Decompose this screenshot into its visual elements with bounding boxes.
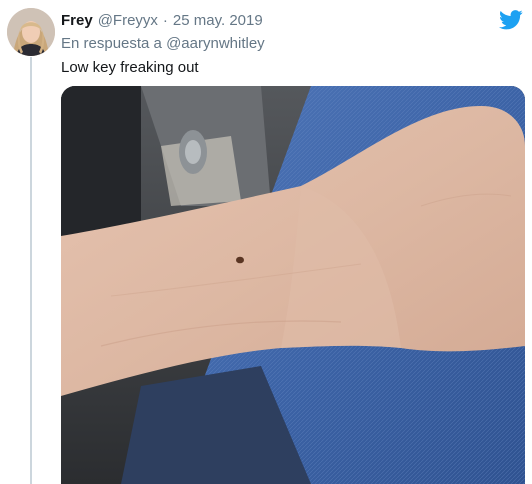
user-handle[interactable]: @Freyyx — [98, 11, 158, 31]
user-avatar[interactable] — [7, 8, 55, 56]
thread-line — [30, 57, 32, 484]
reply-context: En respuesta a @aarynwhitley — [61, 34, 265, 54]
twitter-bird-icon[interactable] — [499, 10, 523, 30]
tweet-header: Frey @Freyyx · 25 may. 2019 — [61, 11, 263, 31]
reply-prefix: En respuesta a — [61, 35, 162, 52]
tweet-text: Low key freaking out — [61, 59, 199, 76]
photo-wrist-mole — [61, 86, 525, 484]
display-name[interactable]: Frey — [61, 11, 93, 31]
tweet-date[interactable]: 25 may. 2019 — [173, 11, 263, 31]
reply-mention-link[interactable]: @aarynwhitley — [166, 35, 265, 52]
tweet-photo[interactable] — [61, 86, 525, 484]
avatar-image — [7, 8, 55, 56]
header-separator: · — [162, 12, 168, 29]
